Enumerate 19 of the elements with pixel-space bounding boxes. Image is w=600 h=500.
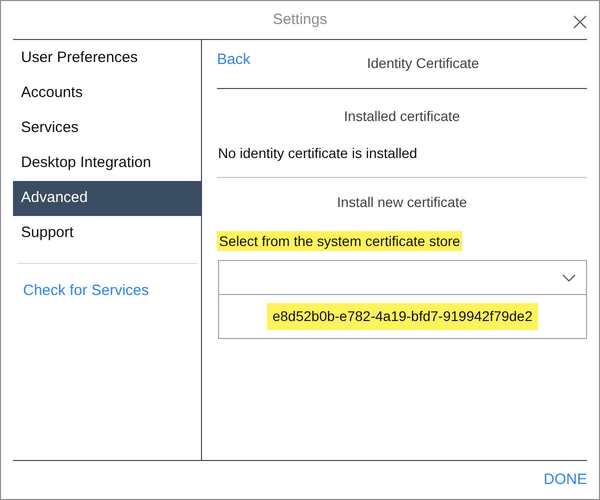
dropdown-option[interactable]: e8d52b0b-e782-4a19-bfd7-919942f79de2: [267, 303, 538, 330]
section-heading: Installed certificate: [343, 107, 461, 126]
check-services-link[interactable]: Check for Services: [23, 280, 201, 302]
panel-title: Identity Certificate: [367, 54, 480, 73]
select-label: Select from the system certificate store: [217, 231, 462, 251]
certificate-dropdown[interactable]: [218, 260, 587, 295]
sidebar-item[interactable]: Advanced: [13, 181, 201, 216]
window-title: Settings: [272, 10, 328, 30]
status-text: No identity certificate is installed: [218, 144, 418, 163]
sidebar-item[interactable]: Accounts: [13, 76, 201, 111]
sidebar-item[interactable]: User Preferences: [13, 41, 201, 76]
sidebar-item[interactable]: Desktop Integration: [13, 146, 201, 181]
sidebar-item[interactable]: Services: [13, 111, 201, 146]
back-link[interactable]: Back: [217, 49, 317, 72]
section-heading: Install new certificate: [336, 193, 468, 212]
close-icon[interactable]: [573, 15, 587, 29]
sidebar-item[interactable]: Support: [13, 216, 201, 251]
done-button[interactable]: DONE: [544, 468, 587, 492]
chevron-down-icon: [562, 274, 576, 282]
